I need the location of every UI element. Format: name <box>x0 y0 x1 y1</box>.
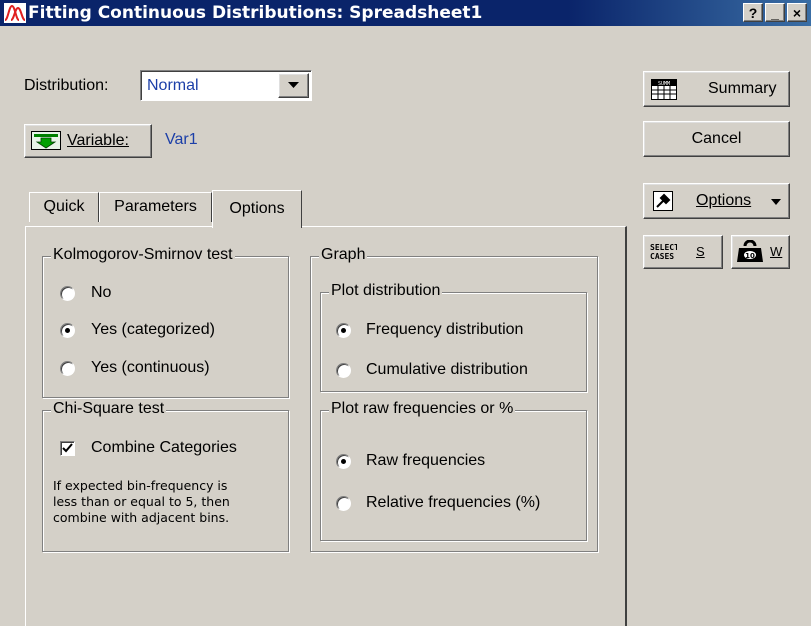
help-button[interactable]: ? <box>743 3 763 22</box>
plot-distribution-group-title: Plot distribution <box>329 282 443 300</box>
ks-test-group-title: Kolmogorov-Smirnov test <box>51 246 235 264</box>
distribution-app-icon <box>4 3 26 23</box>
summary-table-icon: SUMM <box>651 79 677 100</box>
variable-button[interactable]: Variable: <box>24 124 152 158</box>
variable-select-icon <box>31 131 61 150</box>
ks-no-label: No <box>91 284 112 301</box>
options-menu-button[interactable]: Options <box>643 183 790 219</box>
weight-shortcut: W <box>770 244 783 259</box>
options-button-label: Options <box>696 192 751 210</box>
variable-button-label-text: Variable: <box>67 132 129 149</box>
chi-square-note-line-1: If expected bin-frequency is <box>53 478 228 493</box>
tab-parameters[interactable]: Parameters <box>99 192 212 222</box>
weight-button[interactable]: 10 W <box>731 235 790 269</box>
plot-raw-group-title: Plot raw frequencies or % <box>329 400 516 418</box>
options-tools-icon <box>653 191 673 211</box>
cumulative-distribution-label: Cumulative distribution <box>366 361 528 378</box>
chi-square-note-line-3: combine with adjacent bins. <box>53 510 230 525</box>
ks-no-radio[interactable] <box>60 286 75 301</box>
chevron-down-icon <box>771 199 781 205</box>
variable-value: Var1 <box>165 131 198 148</box>
select-cases-icon-line2: CASES <box>650 252 674 261</box>
summary-button[interactable]: SUMM Summary <box>643 71 790 107</box>
window-title: Fitting Continuous Distributions: Spread… <box>28 3 483 23</box>
select-cases-icon-line1: SELECT <box>650 243 677 252</box>
ks-yes-categorized-label: Yes (categorized) <box>91 321 215 338</box>
weight-icon: 10 <box>737 240 763 262</box>
select-cases-shortcut: S <box>696 244 705 259</box>
svg-text:10: 10 <box>745 252 755 260</box>
ks-yes-continuous-label: Yes (continuous) <box>91 359 210 376</box>
frequency-distribution-label: Frequency distribution <box>366 321 524 338</box>
raw-frequencies-label: Raw frequencies <box>366 452 486 469</box>
variable-button-label: Variable: <box>67 132 129 150</box>
relative-frequencies-radio[interactable] <box>336 496 351 511</box>
plot-raw-group: Plot raw frequencies or % <box>320 400 587 541</box>
tab-options[interactable]: Options <box>212 190 302 228</box>
ks-yes-continuous-radio[interactable] <box>60 361 75 376</box>
chi-square-group-title: Chi-Square test <box>51 400 167 418</box>
combine-categories-label: Combine Categories <box>91 439 237 456</box>
tab-quick[interactable]: Quick <box>29 192 99 222</box>
cancel-button-label: Cancel <box>691 130 742 147</box>
cancel-button[interactable]: Cancel <box>643 121 790 157</box>
distribution-select[interactable]: Normal <box>140 70 312 101</box>
relative-frequencies-label: Relative frequencies (%) <box>366 494 541 511</box>
chi-square-note-line-2: less than or equal to 5, then <box>53 494 230 509</box>
options-button-label-text: Options <box>696 192 752 209</box>
combine-categories-checkbox[interactable] <box>60 441 75 456</box>
select-cases-button[interactable]: SELECT CASES S <box>643 235 723 269</box>
close-button[interactable]: × <box>787 3 807 22</box>
chi-square-note: If expected bin-frequency is less than o… <box>53 478 285 526</box>
dropdown-arrow-button[interactable] <box>278 73 309 98</box>
raw-frequencies-radio[interactable] <box>336 454 351 469</box>
cumulative-distribution-radio[interactable] <box>336 363 351 378</box>
select-cases-icon: SELECT CASES <box>650 243 677 261</box>
minimize-button[interactable]: _ <box>765 3 785 22</box>
checkmark-icon <box>62 443 73 453</box>
distribution-select-value: Normal <box>147 77 199 94</box>
distribution-label: Distribution: <box>24 77 109 94</box>
graph-group-title: Graph <box>319 246 368 264</box>
frequency-distribution-radio[interactable] <box>336 323 351 338</box>
ks-yes-categorized-radio[interactable] <box>60 323 75 338</box>
chevron-down-icon <box>288 82 299 88</box>
summary-button-label: Summary <box>708 80 777 97</box>
